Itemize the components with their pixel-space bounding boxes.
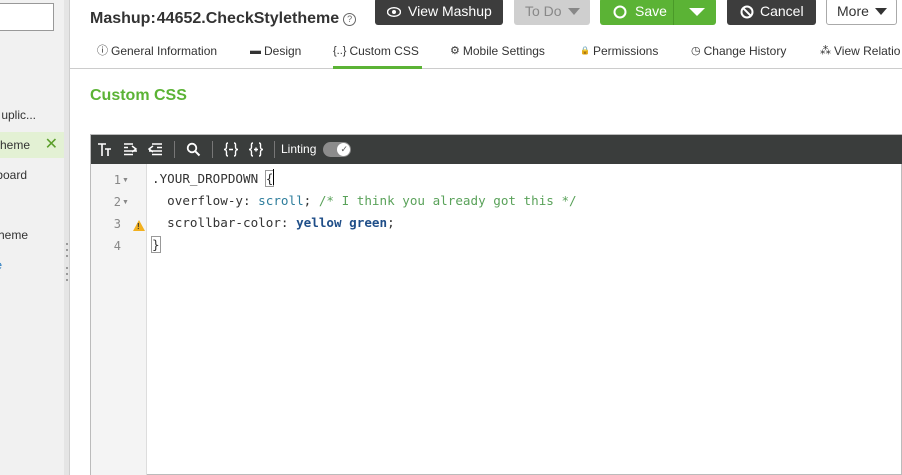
warning-icon[interactable]: ! (133, 220, 145, 231)
save-label: Save (635, 3, 667, 19)
tab-label: Custom CSS (349, 44, 419, 58)
line-number: 3 (113, 217, 121, 231)
code-line: } (151, 234, 161, 256)
splitter-grip (66, 273, 68, 275)
close-icon[interactable]: ✕ (45, 132, 58, 158)
toolbar-divider (212, 141, 213, 158)
sidebar-item-label: heme (0, 228, 28, 242)
view-mashup-button[interactable]: View Mashup (375, 0, 503, 25)
line-number: 4 (113, 239, 121, 253)
save-split-divider (673, 0, 674, 25)
chevron-down-icon (874, 8, 887, 15)
circle-icon (613, 5, 627, 18)
cancel-button[interactable]: Cancel (727, 0, 816, 25)
splitter-grip (66, 279, 68, 281)
tab-custom-css[interactable]: {..} Custom CSS (333, 38, 422, 69)
clock-icon: ◷ (691, 45, 701, 57)
line-number-gutter: 1 ▼ 2 ▼ 3 ! 4 (91, 164, 147, 475)
tab-mobile-settings[interactable]: ⚙ Mobile Settings (450, 38, 545, 69)
linting-label: Linting (281, 142, 317, 156)
tab-label: Change History (703, 44, 787, 58)
entity-name: 44652.CheckStyletheme (156, 10, 340, 27)
sidebar-search-input[interactable] (0, 3, 54, 31)
code-line: .YOUR_DROPDOWN { (152, 168, 275, 190)
save-button[interactable]: Save (600, 0, 716, 25)
fold-arrow-icon[interactable]: ▼ (122, 199, 129, 206)
tab-label: Mobile Settings (462, 44, 545, 58)
css-comment: /* I think you already got this */ (318, 193, 577, 208)
tab-bar: ⓘ General Information ▬ Design {..} Custom … (70, 38, 902, 69)
splitter-grip (66, 243, 68, 245)
sidebar-item-label: uplic... (1, 108, 36, 122)
sidebar-item[interactable]: heme (0, 222, 64, 248)
text-cursor (273, 169, 274, 185)
help-icon[interactable]: ? (343, 13, 357, 26)
sidebar-item-label: heme (0, 138, 30, 152)
format-outdent-icon[interactable] (148, 142, 163, 157)
check-icon: ✓ (340, 144, 348, 154)
fold-arrow-icon[interactable]: ▼ (122, 177, 129, 184)
view-mashup-label: View Mashup (408, 3, 492, 19)
hierarchy-icon: ⁂ (820, 45, 831, 57)
tab-design[interactable]: ▬ Design (250, 38, 301, 69)
css-property: scrollbar-color (167, 215, 281, 230)
tab-label: General Information (111, 44, 218, 58)
linting-toggle[interactable]: ✓ (323, 142, 351, 157)
editor-toolbar: Linting ✓ (91, 135, 902, 164)
line-number: 2 (113, 195, 121, 209)
code-braces-icon: {..} (333, 45, 347, 57)
more-label: More (837, 3, 869, 19)
splitter-grip (66, 267, 68, 269)
sidebar: uplic... heme ✕ board heme e (0, 0, 64, 475)
more-menu-button[interactable]: More (826, 0, 897, 25)
sidebar-item-selected[interactable]: heme ✕ (0, 132, 64, 158)
lock-icon: 🔒 (580, 46, 590, 55)
eye-icon (387, 6, 401, 17)
save-options-chevron-icon[interactable] (689, 8, 705, 16)
splitter-grip (66, 255, 68, 257)
toolbar-divider (274, 141, 275, 158)
sidebar-item-label: e (0, 252, 2, 278)
code-area[interactable]: .YOUR_DROPDOWN { overflow-y: scroll; /* … (151, 164, 892, 474)
code-line: scrollbar-color: yellow green; (167, 215, 395, 230)
todo-label: To Do (525, 3, 562, 19)
close-brace: } (151, 236, 161, 253)
font-size-icon[interactable] (97, 142, 112, 157)
chevron-down-icon (567, 8, 580, 15)
search-icon[interactable] (186, 142, 201, 157)
page-title: Mashup: 44652.CheckStyletheme ? (90, 0, 357, 28)
css-code-editor[interactable]: Linting ✓ 1 ▼ 2 ▼ 3 ! 4 .YOUR_DROPDOWN {… (90, 134, 902, 475)
cancel-label: Cancel (760, 3, 804, 19)
css-selector: .YOUR_DROPDOWN (152, 171, 259, 186)
ban-icon (740, 5, 754, 18)
tab-label: Design (264, 44, 302, 58)
css-value: scroll (258, 193, 304, 208)
layout-icon: ▬ (250, 45, 261, 57)
sidebar-item[interactable]: e (0, 252, 64, 278)
tab-label: View Relatio (834, 44, 901, 58)
entity-type-label: Mashup: (90, 10, 156, 27)
format-indent-icon[interactable] (123, 142, 138, 157)
toolbar-divider (174, 141, 175, 158)
css-property: overflow-y (167, 193, 243, 208)
splitter-grip (66, 249, 68, 251)
tab-change-history[interactable]: ◷ Change History (691, 38, 786, 69)
collapse-code-icon[interactable] (223, 142, 239, 157)
tab-permissions[interactable]: 🔒 Permissions (580, 38, 658, 69)
expand-code-icon[interactable] (248, 142, 264, 157)
tab-general-information[interactable]: ⓘ General Information (97, 38, 217, 69)
sidebar-item-label: board (0, 168, 27, 182)
tab-view-relationships[interactable]: ⁂ View Relatio (820, 38, 900, 69)
css-value: yellow green (296, 215, 388, 230)
code-line: overflow-y: scroll; /* I think you alrea… (167, 193, 577, 208)
sidebar-item[interactable]: uplic... (0, 102, 64, 128)
info-icon: ⓘ (97, 45, 108, 57)
section-title: Custom CSS (90, 87, 187, 104)
todo-dropdown-button[interactable]: To Do (514, 0, 590, 25)
tab-label: Permissions (592, 44, 659, 58)
sidebar-item[interactable]: board (0, 162, 64, 188)
gear-icon: ⚙ (450, 45, 460, 57)
main-panel: Mashup: 44652.CheckStyletheme ? View Mas… (70, 0, 902, 475)
line-number: 1 (113, 173, 121, 187)
